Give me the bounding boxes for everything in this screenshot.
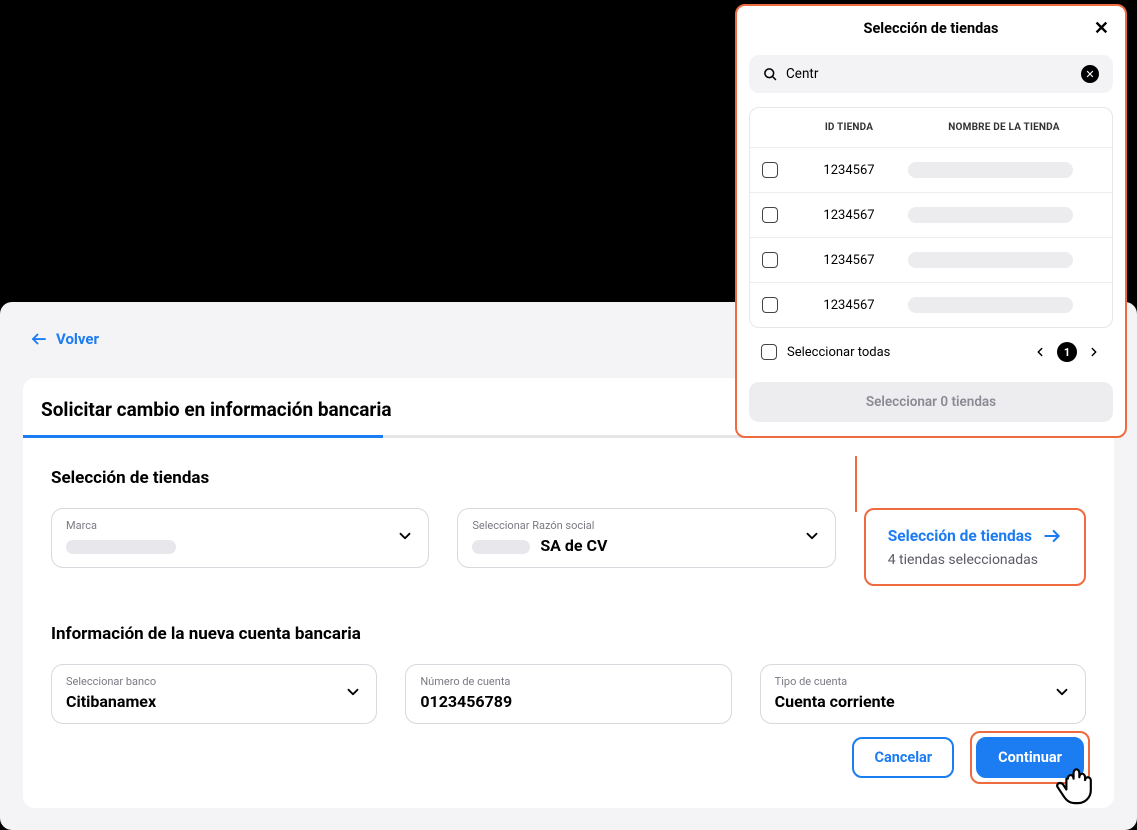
page-next[interactable] <box>1087 345 1101 359</box>
arrow-left-icon <box>30 330 48 348</box>
row-name-redacted <box>908 162 1073 178</box>
row-checkbox[interactable] <box>762 207 778 223</box>
bank-label: Seleccionar banco <box>66 675 362 688</box>
brand-value-redacted <box>66 540 176 554</box>
account-type-label: Tipo de cuenta <box>775 675 1071 688</box>
store-selection-subtitle: 4 tiendas seleccionadas <box>888 552 1062 568</box>
arrow-right-icon <box>1042 526 1062 546</box>
cursor-hand-icon <box>1052 760 1098 806</box>
brand-label: Marca <box>66 519 414 532</box>
close-icon[interactable]: ✕ <box>1094 18 1109 39</box>
row-id: 1234567 <box>790 163 908 178</box>
page-prev[interactable] <box>1033 345 1047 359</box>
row-name-redacted <box>908 207 1073 223</box>
search-box[interactable]: ✕ <box>749 55 1113 93</box>
chevron-down-icon <box>1053 683 1071 705</box>
table-row[interactable]: 1234567 <box>750 237 1112 282</box>
select-all-label: Seleccionar todas <box>787 345 890 360</box>
search-input[interactable] <box>786 66 1073 82</box>
cancel-button[interactable]: Cancelar <box>852 737 954 778</box>
bank-value: Citibanamex <box>66 692 362 711</box>
row-checkbox[interactable] <box>762 297 778 313</box>
pagination: 1 <box>1033 342 1101 362</box>
row-checkbox[interactable] <box>762 162 778 178</box>
store-selection-title: Selección de tiendas <box>888 527 1032 545</box>
continue-button-highlight: Continuar <box>970 731 1090 784</box>
chevron-down-icon <box>344 683 362 705</box>
th-name: NOMBRE DE LA TIENDA <box>908 122 1100 133</box>
section-account-title: Información de la nueva cuenta bancaria <box>51 624 1114 644</box>
select-n-stores-button[interactable]: Seleccionar 0 tiendas <box>749 382 1113 422</box>
progress-fill <box>23 435 383 438</box>
row-name-redacted <box>908 252 1073 268</box>
company-label: Seleccionar Razón social <box>472 519 820 532</box>
search-icon <box>763 67 778 82</box>
account-number-value: 0123456789 <box>420 692 716 711</box>
back-link[interactable]: Volver <box>30 330 99 348</box>
brand-select[interactable]: Marca <box>51 508 429 568</box>
table-row[interactable]: 1234567 <box>750 282 1112 327</box>
company-value-redacted <box>472 540 530 554</box>
callout-connector-line <box>855 456 857 512</box>
chevron-down-icon <box>803 527 821 549</box>
row-id: 1234567 <box>790 208 908 223</box>
table-header: ID TIENDA NOMBRE DE LA TIENDA <box>750 108 1112 147</box>
page-number[interactable]: 1 <box>1057 342 1077 362</box>
section-stores-title: Selección de tiendas <box>51 468 1114 488</box>
company-select[interactable]: Seleccionar Razón social SA de CV <box>457 508 835 568</box>
select-all-checkbox[interactable] <box>761 344 777 360</box>
row-id: 1234567 <box>790 298 908 313</box>
store-selection-callout[interactable]: Selección de tiendas 4 tiendas seleccion… <box>864 508 1086 586</box>
table-row[interactable]: 1234567 <box>750 192 1112 237</box>
th-id: ID TIENDA <box>790 122 908 133</box>
table-row[interactable]: 1234567 <box>750 147 1112 192</box>
back-label: Volver <box>56 330 99 348</box>
row-checkbox[interactable] <box>762 252 778 268</box>
clear-search-icon[interactable]: ✕ <box>1081 65 1099 83</box>
account-type-select[interactable]: Tipo de cuenta Cuenta corriente <box>760 664 1086 724</box>
store-selection-modal: Selección de tiendas ✕ ✕ ID TIENDA NOMBR… <box>735 4 1127 438</box>
account-number-field[interactable]: Número de cuenta 0123456789 <box>405 664 731 724</box>
chevron-down-icon <box>396 527 414 549</box>
company-suffix: SA de CV <box>540 536 607 555</box>
row-id: 1234567 <box>790 253 908 268</box>
stores-table: ID TIENDA NOMBRE DE LA TIENDA 1234567 12… <box>749 107 1113 328</box>
account-type-value: Cuenta corriente <box>775 692 1071 711</box>
modal-title: Selección de tiendas <box>749 20 1113 37</box>
form-card: Solicitar cambio en información bancaria… <box>23 378 1114 808</box>
row-name-redacted <box>908 297 1073 313</box>
account-number-label: Número de cuenta <box>420 675 716 688</box>
bank-select[interactable]: Seleccionar banco Citibanamex <box>51 664 377 724</box>
